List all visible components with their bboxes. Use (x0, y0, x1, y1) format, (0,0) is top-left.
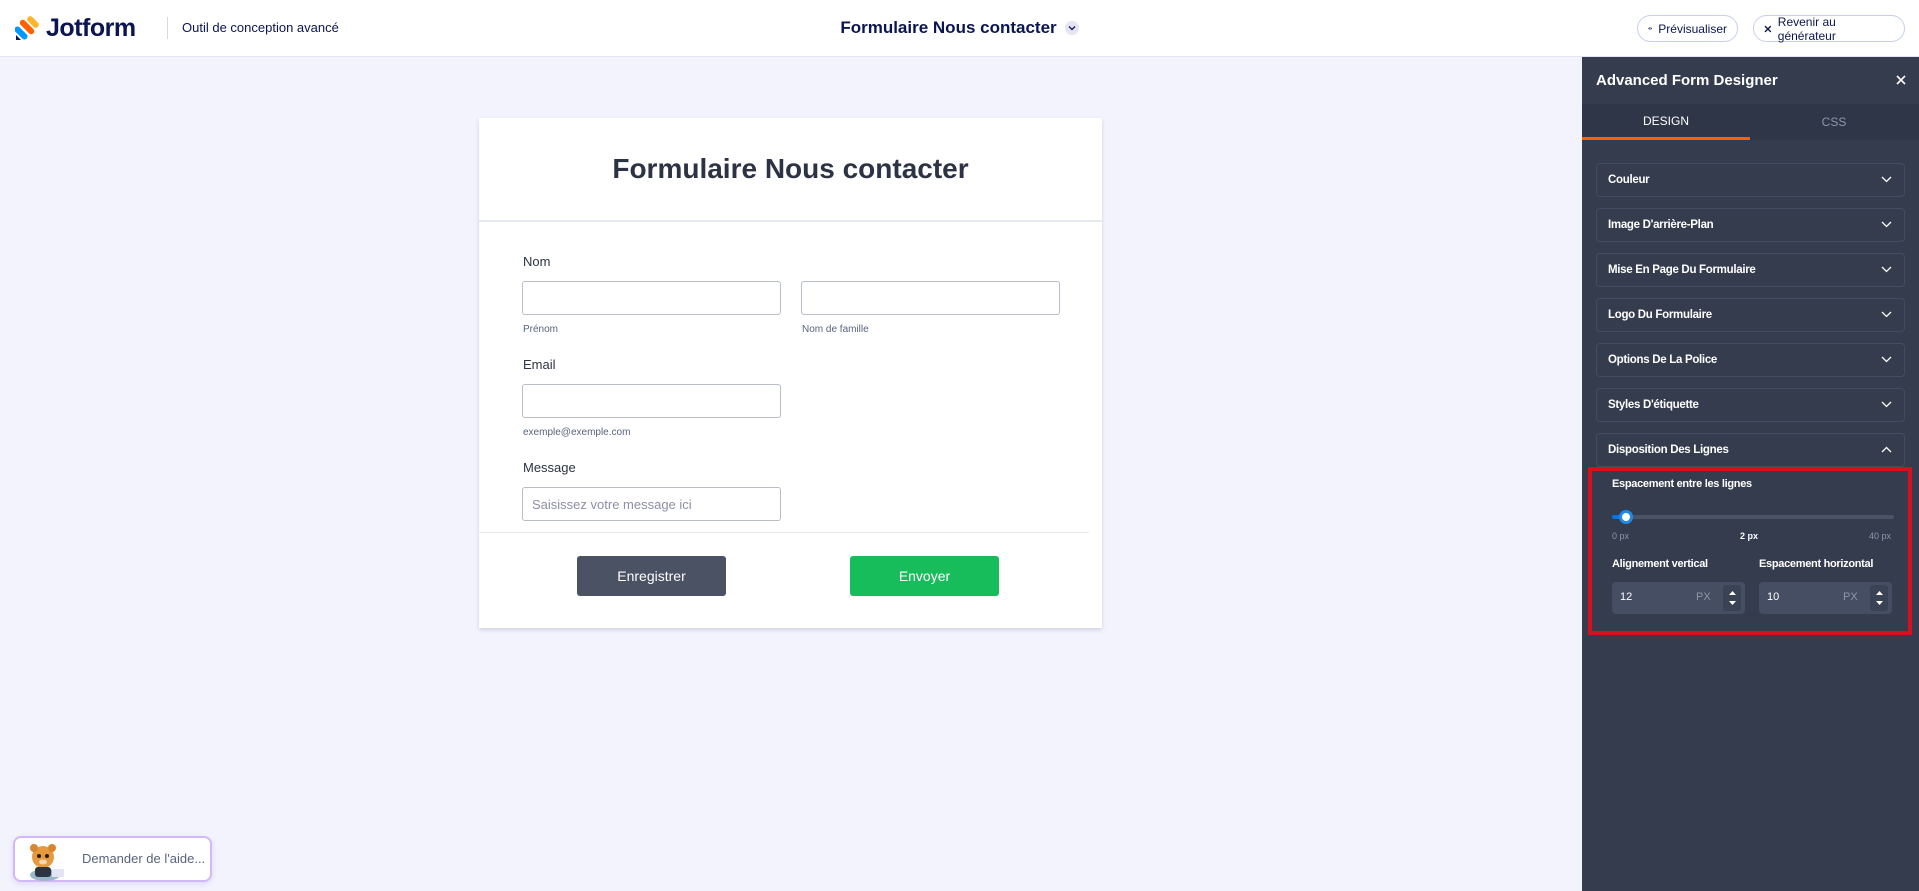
help-widget[interactable]: Demander de l'aide... (13, 836, 212, 882)
name-label: Nom (523, 254, 551, 269)
app-subtitle: Outil de conception avancé (182, 20, 339, 35)
chevron-down-icon (1881, 176, 1892, 183)
section-couleur[interactable]: Couleur (1596, 163, 1905, 197)
email-input[interactable] (522, 384, 781, 418)
highlight-box (1588, 467, 1912, 635)
chevron-down-icon (1881, 356, 1892, 363)
message-placeholder: Saisissez votre message ici (532, 496, 692, 512)
last-name-input[interactable] (801, 281, 1060, 315)
section-label-styles[interactable]: Styles D'étiquette (1596, 388, 1905, 422)
message-textarea[interactable]: Saisissez votre message ici (522, 487, 781, 521)
top-bar: Jotform Outil de conception avancé Formu… (0, 0, 1919, 57)
chevron-down-icon (1881, 221, 1892, 228)
section-label: Styles D'étiquette (1608, 399, 1699, 411)
form-title-text: Formulaire Nous contacter (840, 18, 1057, 37)
section-background-image[interactable]: Image D'arrière-Plan (1596, 208, 1905, 242)
close-icon (1764, 25, 1772, 32)
brand-name: Jotform (46, 13, 136, 42)
tab-css[interactable]: CSS (1750, 104, 1918, 140)
section-font-options[interactable]: Options De La Police (1596, 343, 1905, 377)
section-line-layout[interactable]: Disposition Des Lignes (1596, 433, 1905, 467)
back-to-builder-button[interactable]: Revenir au générateur (1753, 14, 1905, 43)
jotform-logo[interactable]: Jotform (15, 13, 136, 43)
section-form-layout[interactable]: Mise En Page Du Formulaire (1596, 253, 1905, 287)
section-label: Image D'arrière-Plan (1608, 219, 1714, 231)
email-label: Email (523, 357, 556, 372)
footer-divider (479, 532, 1089, 533)
section-label: Logo Du Formulaire (1608, 309, 1712, 321)
first-name-sublabel: Prénom (523, 324, 559, 335)
chevron-down-icon (1881, 401, 1892, 408)
preview-label: Prévisualiser (1658, 21, 1727, 36)
message-label: Message (523, 460, 576, 475)
form-header: Formulaire Nous contacter (479, 118, 1102, 222)
panel-close-icon[interactable] (1893, 72, 1909, 88)
submit-button[interactable]: Envoyer (850, 556, 999, 596)
preview-button[interactable]: Prévisualiser (1637, 15, 1738, 42)
jotform-logo-icon (15, 16, 39, 40)
save-button[interactable]: Enregistrer (577, 556, 726, 596)
help-label: Demander de l'aide... (82, 851, 206, 866)
chevron-up-icon (1881, 446, 1892, 453)
chevron-down-icon (1064, 21, 1079, 35)
last-name-sublabel: Nom de famille (802, 324, 869, 335)
form-title: Formulaire Nous contacter (612, 153, 969, 184)
panel-title: Advanced Form Designer (1596, 72, 1778, 89)
section-label: Mise En Page Du Formulaire (1608, 264, 1756, 276)
panel-tabs: DESIGN CSS (1582, 104, 1919, 140)
section-label: Options De La Police (1608, 354, 1718, 366)
logo-divider (167, 17, 168, 39)
form-preview-card: Formulaire Nous contacter Nom Prénom Nom… (479, 118, 1102, 628)
form-title-dropdown[interactable]: Formulaire Nous contacter (840, 18, 1079, 38)
chevron-down-icon (1881, 311, 1892, 318)
back-to-builder-label: Revenir au générateur (1777, 14, 1836, 43)
section-label: Disposition Des Lignes (1608, 444, 1729, 456)
podo-mascot-icon (30, 844, 64, 881)
chevron-down-icon (1881, 266, 1892, 273)
first-name-input[interactable] (522, 281, 781, 315)
section-form-logo[interactable]: Logo Du Formulaire (1596, 298, 1905, 332)
section-label: Couleur (1608, 174, 1650, 186)
email-sublabel: exemple@exemple.com (523, 427, 631, 438)
eye-icon (1648, 27, 1653, 30)
tab-design[interactable]: DESIGN (1582, 104, 1750, 140)
